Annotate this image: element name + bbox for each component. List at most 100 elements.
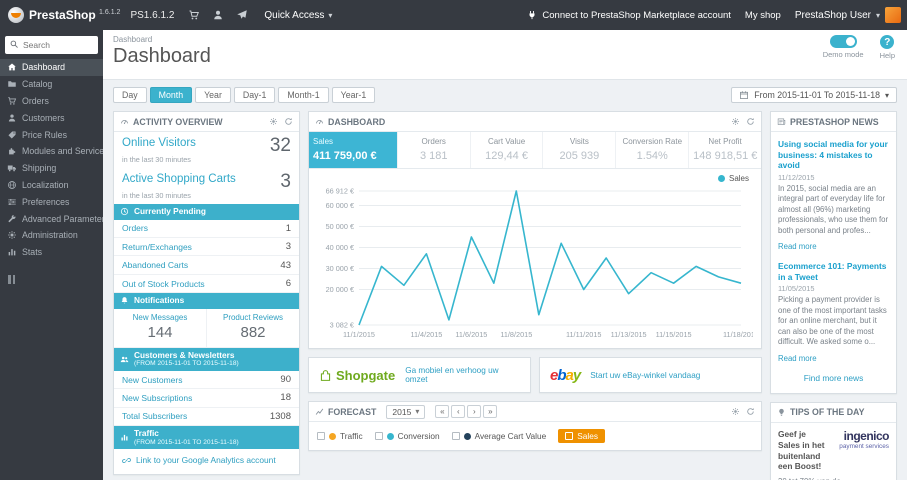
kpi-sales[interactable]: Sales 411 759,00 € bbox=[309, 132, 398, 168]
pending-orders-link[interactable]: Orders bbox=[122, 223, 148, 233]
marketplace-link-label: Connect to PrestaShop Marketplace accoun… bbox=[542, 9, 731, 21]
google-analytics-link[interactable]: Link to your Google Analytics account bbox=[114, 449, 299, 474]
gear-icon[interactable] bbox=[731, 407, 740, 416]
forecast-legend: Traffic Conversion Average Cart Value Sa… bbox=[309, 422, 761, 450]
online-visitors-link[interactable]: Online Visitors bbox=[122, 137, 196, 149]
conversion-checkbox[interactable] bbox=[374, 432, 383, 440]
kpi-visits[interactable]: Visits 205 939 bbox=[543, 132, 617, 168]
find-more-news-link[interactable]: Find more news bbox=[778, 370, 889, 391]
sales-chart-legend[interactable]: Sales bbox=[717, 174, 749, 183]
shop-cart-button[interactable] bbox=[182, 0, 206, 30]
shopgate-logo: Shopgate bbox=[319, 368, 395, 383]
filter-month-button[interactable]: Month bbox=[149, 87, 193, 103]
dashboard-column: DASHBOARD Sales 411 759,00 € Orders 3 18… bbox=[308, 111, 762, 451]
filter-year-button[interactable]: Year bbox=[195, 87, 231, 103]
sidebar-item-administration[interactable]: Administration bbox=[0, 227, 103, 244]
date-range-picker[interactable]: From 2015-11-01 To 2015-11-18 ▾ bbox=[731, 87, 897, 103]
svg-text:11/13/2015: 11/13/2015 bbox=[611, 330, 647, 339]
news-article-title[interactable]: Using social media for your business: 4 … bbox=[778, 139, 889, 171]
sidebar-item-label: Administration bbox=[22, 230, 78, 241]
date-filter-bar: Day Month Year Day-1 Month-1 Year-1 From… bbox=[103, 80, 907, 109]
modules-upload-button[interactable] bbox=[230, 0, 254, 30]
sidebar-item-customers[interactable]: Customers bbox=[0, 109, 103, 126]
logo-text: PrestaShop 1.6.1.2 bbox=[29, 8, 120, 22]
forecast-legend-traffic[interactable]: Traffic bbox=[317, 431, 363, 441]
my-shop-link[interactable]: My shop bbox=[745, 10, 781, 21]
help-icon[interactable]: ? bbox=[880, 35, 895, 49]
globe-icon bbox=[7, 180, 17, 190]
forecast-legend-sales[interactable]: Sales bbox=[558, 429, 605, 443]
sidebar-item-advanced-parameters[interactable]: Advanced Parameters bbox=[0, 210, 103, 227]
user-menu[interactable]: PrestaShop User ▾ bbox=[795, 7, 901, 23]
new-subscriptions-link[interactable]: New Subscriptions bbox=[122, 393, 192, 403]
forecast-legend-conversion[interactable]: Conversion bbox=[374, 431, 440, 441]
marketplace-link[interactable]: Connect to PrestaShop Marketplace accoun… bbox=[527, 10, 731, 21]
prestashop-logo-icon bbox=[8, 7, 24, 23]
filter-month-1-button[interactable]: Month-1 bbox=[278, 87, 329, 103]
plug-icon bbox=[527, 10, 537, 20]
sidebar-item-dashboard[interactable]: Dashboard bbox=[0, 59, 103, 76]
refresh-icon[interactable] bbox=[284, 117, 293, 126]
shopgate-link[interactable]: Ga mobiel en verhoog uw omzet bbox=[405, 366, 520, 384]
forecast-legend-average-cart-value[interactable]: Average Cart Value bbox=[451, 431, 547, 441]
gear-icon[interactable] bbox=[269, 117, 278, 126]
activity-panel-tools bbox=[269, 117, 293, 126]
active-carts-link[interactable]: Active Shopping Carts bbox=[122, 173, 236, 185]
online-visitors-value: 32 bbox=[269, 135, 291, 156]
read-more-link[interactable]: Read more bbox=[778, 354, 817, 363]
sales-checkbox[interactable] bbox=[565, 432, 574, 440]
prestashop-logo[interactable]: PrestaShop 1.6.1.2 bbox=[0, 7, 128, 23]
new-messages-cell[interactable]: New Messages 144 bbox=[114, 309, 206, 347]
traffic-checkbox[interactable] bbox=[317, 432, 325, 440]
news-panel-title: PRESTASHOP NEWS bbox=[790, 116, 879, 127]
forecast-nav: « ‹ › » bbox=[435, 405, 498, 418]
new-customers-link[interactable]: New Customers bbox=[122, 375, 182, 385]
sidebar-item-localization[interactable]: Localization bbox=[0, 177, 103, 194]
chart-icon bbox=[7, 247, 17, 257]
product-reviews-cell[interactable]: Product Reviews 882 bbox=[206, 308, 299, 347]
average-cart-value-label: Average Cart Value bbox=[474, 431, 547, 441]
lightbulb-icon bbox=[777, 408, 786, 417]
sales-chart-svg: 66 912 € 60 000 € 50 000 € 40 000 € 30 000 €… bbox=[326, 187, 759, 340]
filter-year-1-button[interactable]: Year-1 bbox=[331, 87, 376, 103]
refresh-icon[interactable] bbox=[746, 117, 755, 126]
kpi-cart-value-value: 129,44 € bbox=[485, 150, 528, 162]
read-more-link[interactable]: Read more bbox=[778, 242, 817, 251]
forecast-next-button[interactable]: › bbox=[467, 405, 482, 418]
sidebar-item-orders[interactable]: Orders bbox=[0, 93, 103, 110]
total-subscribers-link[interactable]: Total Subscribers bbox=[122, 411, 187, 421]
pending-returns-link[interactable]: Return/Exchanges bbox=[122, 242, 192, 252]
sidebar-item-modules[interactable]: Modules and Services bbox=[0, 143, 103, 160]
filter-day-1-button[interactable]: Day-1 bbox=[233, 87, 276, 103]
product-reviews-label: Product Reviews bbox=[222, 312, 284, 322]
average-cart-value-checkbox[interactable] bbox=[451, 432, 460, 440]
sidebar-item-shipping[interactable]: Shipping bbox=[0, 160, 103, 177]
kpi-conversion-rate[interactable]: Conversion Rate 1.54% bbox=[616, 132, 690, 168]
filter-day-button[interactable]: Day bbox=[113, 87, 147, 103]
kpi-cart-value[interactable]: Cart Value 129,44 € bbox=[471, 132, 544, 168]
ebay-link[interactable]: Start uw eBay-winkel vandaag bbox=[590, 371, 700, 380]
out-of-stock-link[interactable]: Out of Stock Products bbox=[122, 279, 205, 289]
active-carts-sub: in the last 30 minutes bbox=[122, 191, 191, 201]
kpi-orders[interactable]: Orders 3 181 bbox=[398, 132, 471, 168]
sidebar-item-preferences[interactable]: Preferences bbox=[0, 193, 103, 210]
abandoned-carts-link[interactable]: Abandoned Carts bbox=[122, 260, 188, 270]
customer-service-button[interactable] bbox=[206, 0, 230, 30]
notifications-header: Notifications bbox=[114, 293, 299, 309]
sidebar-item-price-rules[interactable]: Price Rules bbox=[0, 126, 103, 143]
topbar-right: Connect to PrestaShop Marketplace accoun… bbox=[527, 7, 907, 23]
quick-access-menu[interactable]: Quick Access ▾ bbox=[254, 0, 342, 30]
sidebar-item-stats[interactable]: Stats bbox=[0, 244, 103, 261]
sidebar-item-label: Shipping bbox=[22, 163, 57, 174]
refresh-icon[interactable] bbox=[746, 407, 755, 416]
sidebar-item-catalog[interactable]: Catalog bbox=[0, 76, 103, 93]
sidebar-collapse-button[interactable] bbox=[8, 274, 103, 284]
forecast-prev-button[interactable]: ‹ bbox=[451, 405, 466, 418]
news-article-title[interactable]: Ecommerce 101: Payments in a Tweet bbox=[778, 261, 889, 282]
gear-icon[interactable] bbox=[731, 117, 740, 126]
demo-mode-toggle[interactable] bbox=[829, 35, 857, 48]
kpi-net-profit[interactable]: Net Profit 148 918,51 € bbox=[689, 132, 761, 168]
forecast-first-button[interactable]: « bbox=[435, 405, 450, 418]
forecast-year-select[interactable]: 2015 ▾ bbox=[386, 404, 426, 419]
forecast-last-button[interactable]: » bbox=[483, 405, 498, 418]
